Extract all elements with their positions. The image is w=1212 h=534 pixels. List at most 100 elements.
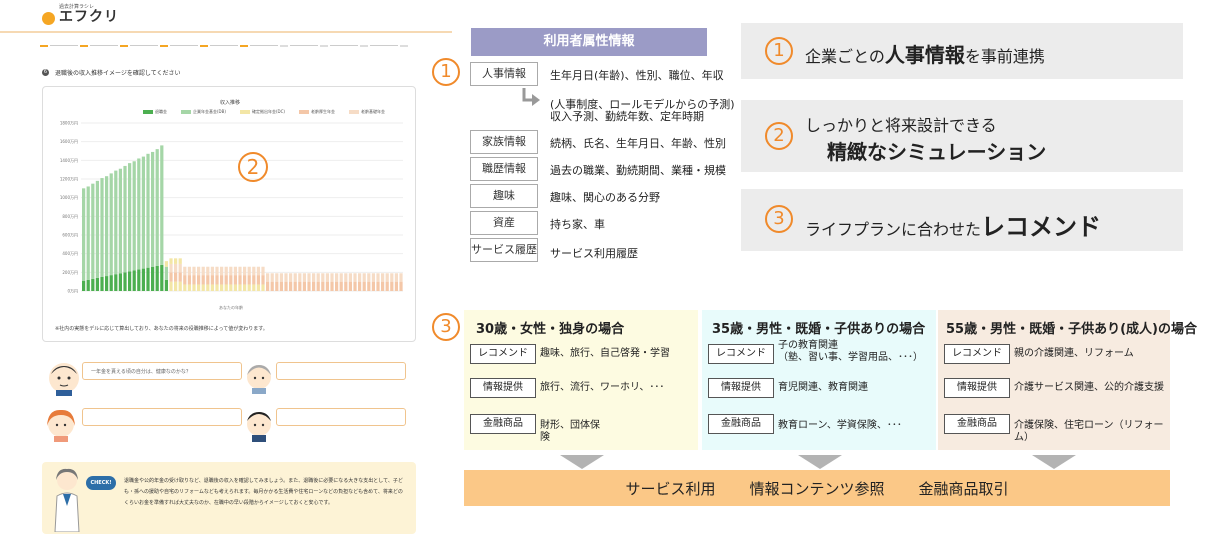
progress-connector (90, 45, 118, 46)
scenario-3-tag-finance: 金融商品 (944, 414, 1010, 434)
attributes-header: 利用者属性情報 (471, 28, 707, 56)
check-badge: CHECK! (86, 476, 116, 490)
chart-bar-segment (252, 284, 256, 291)
arrow-down-right-icon (522, 88, 540, 106)
arrow-down-2-icon (798, 455, 842, 469)
footer-content-reference: 情報コンテンツ参照 (749, 479, 885, 498)
chart-bar-segment (201, 284, 205, 291)
chart-bar-segment (371, 273, 376, 282)
scenario-3-title: 55歳・男性・既婚・子供あり(成人)の場合 (946, 322, 1197, 337)
chart-bar-segment (137, 158, 141, 270)
chart-bar-segment (210, 275, 215, 285)
progress-connector (210, 45, 238, 46)
progress-step (360, 45, 368, 47)
chart-bar-segment (261, 266, 265, 276)
chart-bar-segment (233, 284, 238, 291)
footer-service-use: サービス利用 (625, 479, 716, 498)
chart-bar-segment (128, 271, 132, 291)
scenario-1-tag-info: 情報提供 (470, 378, 536, 398)
check-card: CHECK! 退職金や公的年金の受け取りなど、退職後の収入を確認してみましょう。… (42, 462, 416, 534)
legend-label: 退職金 (155, 109, 167, 114)
chart-bar-segment (339, 273, 343, 282)
chart-bar-segment (164, 261, 169, 267)
chart-bar-segment (169, 272, 173, 282)
chart-bar-segment (312, 273, 316, 282)
chart-bar-segment (381, 273, 385, 282)
chart-bar-segment (178, 263, 182, 273)
legend-swatch (181, 110, 191, 114)
chart-bar-segment (100, 178, 104, 277)
chart-bar-segment (358, 273, 362, 282)
footer-financial-trading: 金融商品取引 (918, 479, 1009, 498)
chart-bar-segment (118, 273, 123, 291)
chart-bar-segment (367, 281, 371, 291)
chart-bar-segment (353, 273, 357, 282)
chart-bar-segment (390, 273, 394, 282)
chart-bar-segment (275, 273, 279, 282)
chart-bar-segment (335, 273, 339, 282)
feature-2-text: しっかりと将来設計できる 精緻なシミュレーション (805, 112, 1046, 165)
avatar-woman-icon (47, 409, 75, 442)
chart-bar-segment (381, 281, 385, 291)
progress-connector (130, 45, 158, 46)
chart-bar-segment (197, 266, 201, 276)
chart-bar-segment (229, 284, 233, 291)
chart-bar-segment (261, 284, 265, 291)
chart-bar-segment (279, 273, 284, 282)
progress-step (40, 45, 48, 47)
chart-bar-segment (321, 281, 325, 291)
chart-bar-segment (114, 274, 118, 291)
chart-bar-segment (312, 281, 316, 291)
chart-bar-segment (114, 170, 118, 275)
scenario-2-tag-recommend: レコメンド (708, 344, 774, 364)
chart-bar-segment (155, 265, 159, 291)
chart-bar-segment (289, 281, 293, 291)
feature-2-bold: 精緻なシミュレーション (827, 140, 1047, 164)
chart-bar-segment (385, 273, 389, 282)
chart-bar-segment (394, 281, 399, 291)
scenario-2-title: 35歳・男性・既婚・子供ありの場合 (712, 322, 926, 337)
progress-step (400, 45, 408, 47)
y-tick-label: 1200万円 (60, 177, 78, 182)
chart-bar-segment (164, 266, 169, 280)
value-assets: 持ち家、車 (550, 218, 605, 231)
logo-mark-icon (42, 12, 55, 25)
chart-bar-segment (302, 273, 307, 282)
scenario-1-title: 30歳・女性・独身の場合 (476, 322, 625, 337)
chart-bar-segment (178, 258, 182, 264)
scenario-3-val-recommend: 親の介護関連、リフォーム (1014, 348, 1134, 359)
service-footer-bar: サービス利用 情報コンテンツ参照 金融商品取引 (464, 470, 1170, 506)
chart-bar-segment (105, 276, 109, 291)
circle-number-3: 3 (432, 313, 460, 341)
progress-step (120, 45, 128, 47)
chart-bar-segment (215, 275, 219, 285)
chart-bar-segment (399, 281, 403, 291)
feature-hr-integration: 1 企業ごとの人事情報を事前連携 (741, 23, 1183, 79)
app-mockup: 過去計算ラシレ エフクリ 6 退職後の収入推移イメージを確認してください 収入推… (0, 0, 452, 534)
chart-bar-segment (197, 275, 201, 285)
scenario-35-male: 35歳・男性・既婚・子供ありの場合 レコメンド 子の教育関連 （塾、習い事、学習… (702, 310, 936, 450)
chart-bar-segment (353, 281, 357, 291)
speech-bubble-1: 一年金を貰える頃の自分は、健康なのかな？ (82, 362, 242, 380)
chart-bar-segment (385, 281, 389, 291)
chart-bar-segment (197, 284, 201, 291)
scenario-2-tag-finance: 金融商品 (708, 414, 774, 434)
chart-bar-segment (275, 281, 279, 291)
chart-bar-segment (146, 153, 150, 268)
legend-label: 老齢厚生年金 (310, 109, 335, 114)
chart-bar-segment (210, 284, 215, 291)
feature-1-pre: 企業ごとの (805, 47, 885, 66)
scenario-1-tag-recommend: レコメンド (470, 344, 536, 364)
y-tick-label: 1600万円 (60, 139, 78, 144)
chart-bar-segment (82, 188, 86, 281)
chart-bar-segment (256, 284, 261, 291)
chart-bar-segment (399, 273, 403, 282)
chart-bar-segment (261, 275, 265, 285)
chart-bar-segment (298, 281, 302, 291)
chart-bar-segment (238, 284, 242, 291)
chart-bar-segment (362, 281, 366, 291)
chart-bar-segment (220, 266, 224, 276)
chart-title: 収入推移 (219, 100, 240, 106)
chart-note: ※社内の実態をデルに応じて算出しており、あなたの将来の役職推移によって値が変わり… (55, 326, 268, 332)
chart-bar-segment (160, 264, 164, 291)
